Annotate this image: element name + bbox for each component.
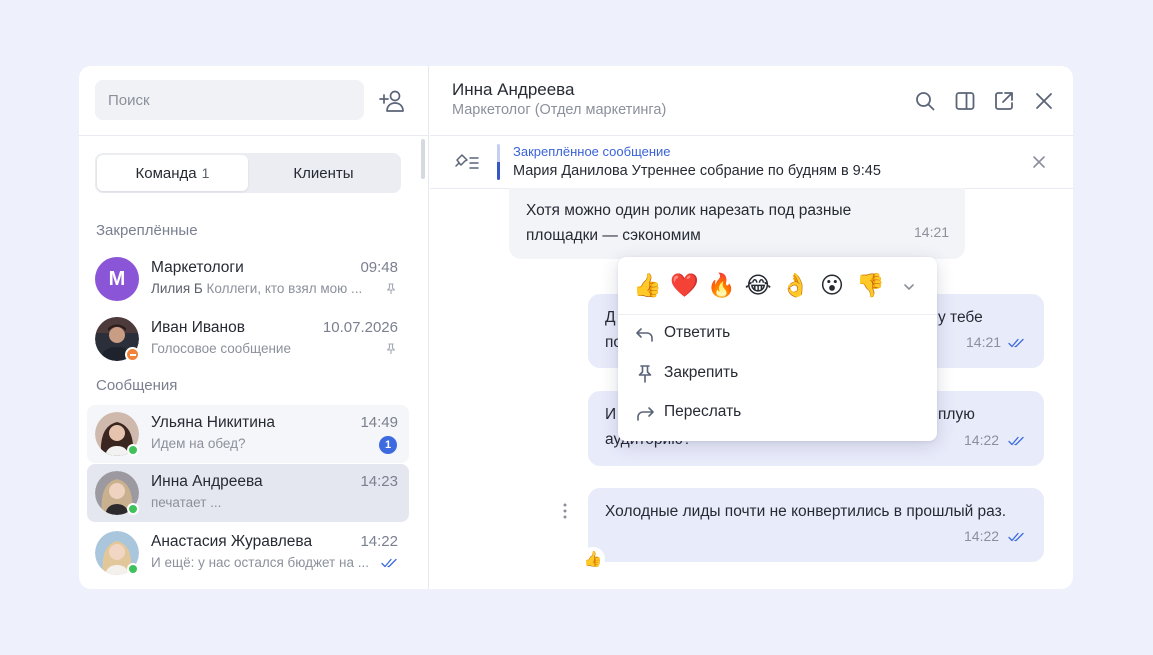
read-ticks-icon [1008,436,1024,446]
online-indicator [127,503,139,515]
chat-preview: печатает ... [151,495,222,510]
scrollbar-thumb[interactable] [421,139,425,179]
emoji-joy[interactable]: 😂 [744,272,772,300]
emoji-heart[interactable]: ❤️ [670,272,699,300]
message-incoming[interactable]: Хотя можно один ролик нарезать под разны… [509,188,965,259]
tab-clients[interactable]: Клиенты [248,155,399,191]
tab-team[interactable]: Команда 1 [97,155,248,191]
menu-item-label: Закрепить [664,364,739,381]
pin-icon [386,283,396,294]
chat-time: 10.07.2026 [322,319,398,336]
pinned-title: Закреплённое сообщение [513,144,671,159]
online-indicator [127,563,139,575]
chat-name: Анастасия Журавлева [151,533,313,550]
chat-name: Ульяна Никитина [151,414,276,431]
add-contact-icon[interactable] [379,87,407,115]
status-badge [125,347,140,362]
message-time: 14:22 [964,528,1000,544]
chat-item-inna-andreeva[interactable]: Инна Андреева 14:23 печатает ... [87,464,409,522]
menu-item-label: Ответить [664,324,731,341]
read-ticks-icon [1008,338,1024,348]
pinned-indicator [497,144,500,180]
pinned-body: Утреннее собрание по будням в 9:45 [631,163,881,179]
emoji-surprised[interactable]: 😮 [818,272,846,300]
pinned-text: Мария Данилова Утреннее собрание по будн… [513,163,881,179]
message-time: 14:21 [966,334,1002,350]
avatar: M [95,257,139,301]
contact-name: Инна Андреева [452,80,575,99]
chevron-down-icon[interactable] [901,279,917,295]
tab-clients-label: Клиенты [293,164,354,182]
reply-icon [636,328,653,342]
search-row [79,66,429,136]
chat-preview: И ещё: у нас остался бюджет на ... [151,555,369,570]
chat-preview: Лилия Б Коллеги, кто взял мою ... [151,281,377,296]
menu-item-label: Переслать [664,403,742,420]
message-text-right: у тебе [938,309,983,326]
message-time: 14:21 [914,224,950,240]
chat-item-marketologi[interactable]: M Маркетологи 09:48 Лилия Б Коллеги, кто… [87,250,409,308]
tab-team-label: Команда [135,164,197,182]
sidebar: Команда 1 Клиенты Закреплённые M Маркето… [79,66,429,589]
emoji-thumbs-up[interactable]: 👍 [633,272,662,300]
preview-sender: Лилия Б [151,281,203,296]
pinned-list-icon[interactable] [454,151,480,173]
read-ticks-icon [1008,532,1024,542]
section-title-messages: Сообщения [96,377,178,394]
pin-icon [386,343,396,354]
split-view-icon[interactable] [954,90,976,112]
search-icon[interactable] [914,90,936,112]
close-icon[interactable] [1033,90,1055,112]
menu-item-forward[interactable]: Переслать [618,394,937,432]
open-external-icon[interactable] [993,90,1015,112]
contact-role: Маркетолог (Отдел маркетинга) [452,102,667,118]
read-ticks-icon [381,558,397,568]
menu-item-reply[interactable]: Ответить [618,315,937,353]
message-actions-icon[interactable] [562,502,568,520]
message-context-menu: 👍 ❤️ 🔥 😂 👌 😮 👎 Ответить Закрепить Пересл… [618,257,937,441]
menu-item-pin[interactable]: Закрепить [618,355,937,393]
unread-badge: 1 [379,436,397,454]
chat-item-ivan-ivanov[interactable]: Иван Иванов 10.07.2026 Голосовое сообщен… [87,310,409,368]
section-title-pinned: Закреплённые [96,222,198,239]
pinned-author: Мария Данилова [513,163,628,179]
chat-preview: Идем на обед? [151,436,246,451]
forward-icon [637,407,654,421]
chat-header: Инна Андреева Маркетолог (Отдел маркетин… [430,66,1073,136]
message-text-right: плую [938,406,975,423]
message-text: Холодные лиды почти не конвертились в пр… [605,503,1007,520]
message-text: Хотя можно один ролик нарезать под разны… [526,202,852,244]
avatar-letter: M [108,267,126,290]
chat-time: 09:48 [360,259,398,276]
online-indicator [127,444,139,456]
tab-switcher: Команда 1 Клиенты [95,153,401,193]
chat-preview: Голосовое сообщение [151,341,291,356]
chat-name: Инна Андреева [151,473,263,490]
emoji-thumbs-down[interactable]: 👎 [856,272,885,300]
close-pinned-icon[interactable] [1031,154,1047,170]
chat-item-anastasia-zhuravleva[interactable]: Анастасия Журавлева 14:22 И ещё: у нас о… [87,524,409,582]
message-text-left: Д [605,309,616,326]
emoji-ok-hand[interactable]: 👌 [781,272,810,300]
chat-name: Иван Иванов [151,319,245,336]
chat-name: Маркетологи [151,259,244,276]
chat-time: 14:49 [360,414,398,431]
message-text-left: И [605,406,617,423]
preview-text: Коллеги, кто взял мою ... [206,281,363,296]
pinned-message-bar[interactable]: Закреплённое сообщение Мария Данилова Ут… [430,136,1073,189]
emoji-fire[interactable]: 🔥 [707,272,736,300]
search-input[interactable] [95,80,364,120]
message-time: 14:22 [964,432,1000,448]
message-outgoing[interactable]: Холодные лиды почти не конвертились в пр… [588,488,1044,562]
emoji-reaction-row: 👍 ❤️ 🔥 😂 👌 😮 👎 [618,257,937,315]
reaction-thumbs-up[interactable]: 👍 [581,547,605,571]
chat-time: 14:22 [360,533,398,550]
chat-time: 14:23 [360,473,398,490]
chat-item-ulyana-nikitina[interactable]: Ульяна Никитина 14:49 Идем на обед? 1 [87,405,409,463]
pin-icon [638,365,652,383]
tab-team-count: 1 [201,165,210,181]
